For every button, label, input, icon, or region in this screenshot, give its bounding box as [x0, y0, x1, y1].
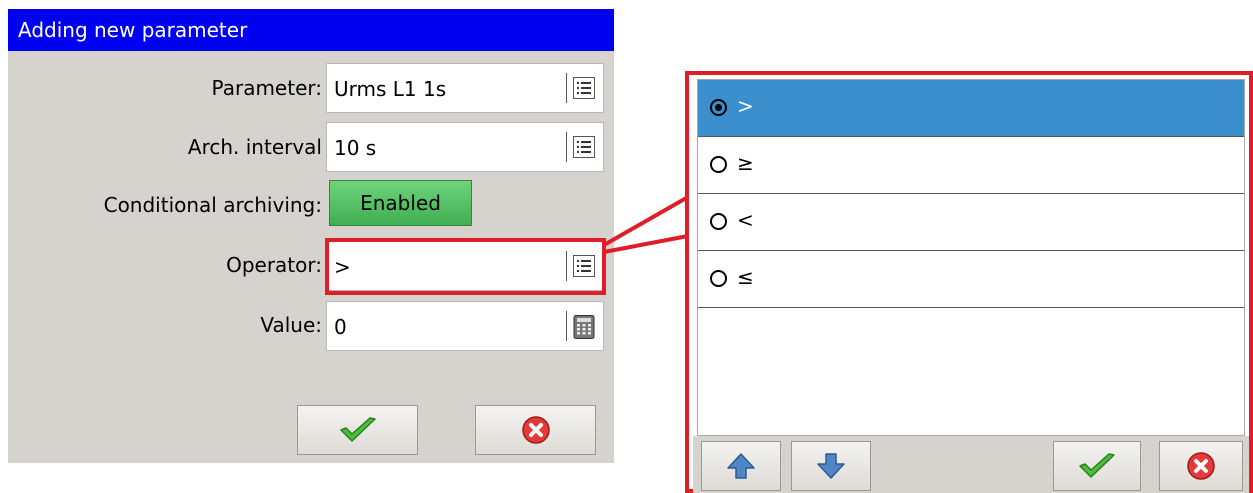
operator-option-gt[interactable]: >: [698, 80, 1244, 137]
operator-options-list: > ≥ < ≤: [697, 79, 1245, 436]
radio-selected-icon: [710, 99, 727, 116]
operator-option-le[interactable]: ≤: [698, 251, 1244, 308]
operator-option-ge[interactable]: ≥: [698, 137, 1244, 194]
list-ok-button[interactable]: [1053, 441, 1141, 491]
option-label: <: [737, 208, 754, 232]
option-label: >: [737, 94, 754, 118]
radio-icon: [710, 156, 727, 173]
arrow-up-icon: [727, 453, 755, 479]
list-cancel-button[interactable]: [1159, 441, 1243, 491]
radio-icon: [710, 270, 727, 287]
operator-list-toolbar: [693, 436, 1249, 493]
arrow-down-icon: [817, 453, 845, 479]
option-label: ≥: [737, 151, 754, 175]
checkmark-icon: [1079, 453, 1115, 478]
operator-option-lt[interactable]: <: [698, 194, 1244, 251]
option-label: ≤: [737, 265, 754, 289]
move-down-button[interactable]: [791, 441, 871, 491]
cancel-icon: [1187, 452, 1215, 480]
operator-list-panel: > ≥ < ≤: [685, 71, 1253, 493]
move-up-button[interactable]: [701, 441, 781, 491]
radio-icon: [710, 213, 727, 230]
